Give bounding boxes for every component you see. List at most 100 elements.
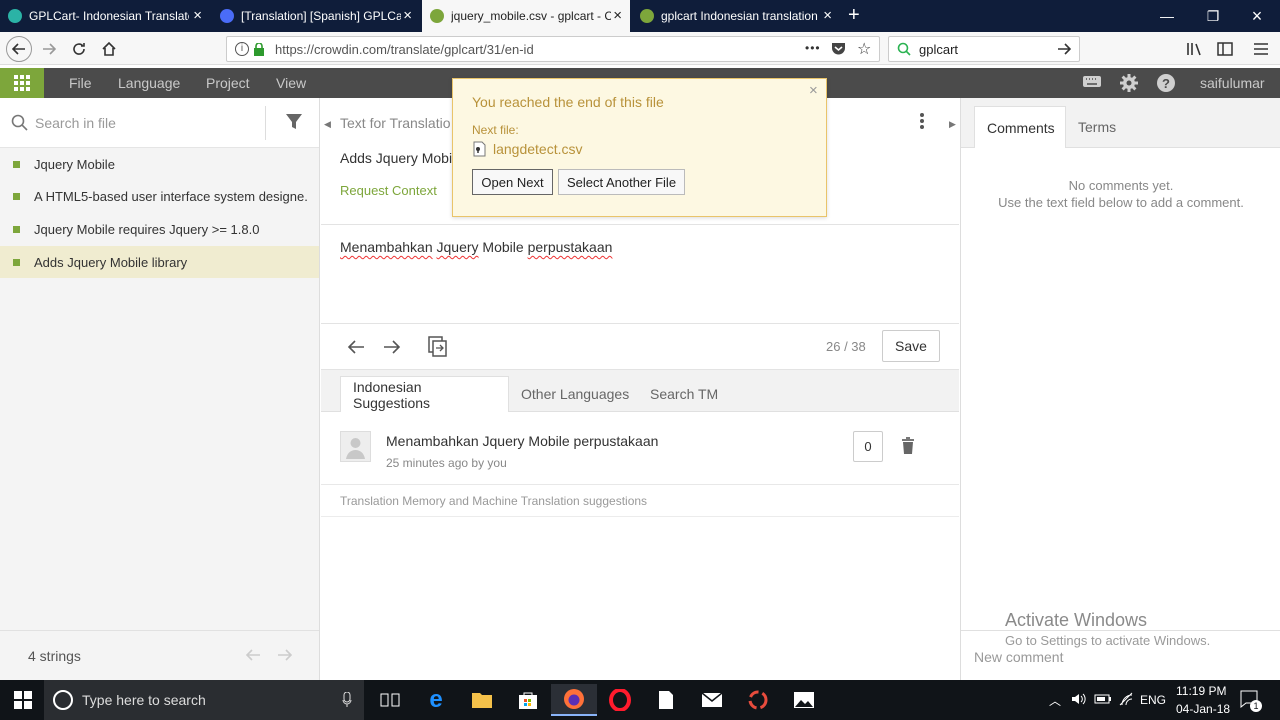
menu-view[interactable]: View	[276, 75, 306, 91]
filter-icon[interactable]	[285, 113, 303, 134]
translation-text: Menambahkan Jquery Mobile perpustakaan	[340, 239, 612, 255]
translated-status-icon	[13, 192, 20, 200]
username[interactable]: saifulumar	[1200, 75, 1265, 91]
next-file-label: Next file:	[472, 123, 519, 137]
app-icon[interactable]	[735, 684, 781, 716]
translated-status-icon	[13, 258, 20, 266]
string-text: Jquery Mobile requires Jquery >= 1.8.0	[34, 221, 260, 237]
battery-icon[interactable]	[1094, 692, 1112, 709]
forward-icon[interactable]	[36, 36, 62, 62]
prev-page-icon[interactable]	[245, 648, 261, 665]
previous-string-icon[interactable]	[347, 339, 365, 358]
vote-count[interactable]: 0	[853, 431, 883, 462]
reload-icon[interactable]	[66, 36, 92, 62]
browser-tabstrip: GPLCart- Indonesian Translated × [Transl…	[0, 0, 1280, 32]
library-icon[interactable]	[1182, 36, 1208, 62]
tab-indonesian-suggestions[interactable]: Indonesian Suggestions	[340, 376, 509, 412]
bookmark-star-icon[interactable]: ☆	[857, 39, 871, 59]
opera-icon[interactable]	[597, 684, 643, 716]
notification-badge: 1	[1250, 700, 1262, 712]
clock-date[interactable]: 04-Jan-18	[1176, 702, 1230, 716]
comments-pane: Comments Terms No comments yet. Use the …	[960, 98, 1280, 680]
back-icon[interactable]	[6, 36, 32, 62]
windows-start-icon[interactable]	[0, 684, 46, 716]
save-button[interactable]: Save	[882, 330, 940, 362]
search-in-file[interactable]: Search in file	[0, 98, 319, 148]
photos-icon[interactable]	[781, 684, 827, 716]
delete-trash-icon[interactable]	[901, 437, 915, 458]
browser-tab[interactable]: gplcart Indonesian translation a ×	[632, 0, 840, 32]
info-icon[interactable]: i	[235, 42, 249, 56]
close-tab-icon[interactable]: ×	[403, 8, 412, 23]
string-list-item[interactable]: Jquery Mobile requires Jquery >= 1.8.0	[0, 213, 319, 245]
close-tab-icon[interactable]: ×	[823, 8, 832, 23]
search-go-icon[interactable]	[1057, 42, 1072, 59]
help-icon[interactable]: ?	[1156, 73, 1178, 93]
gplcart-favicon-icon	[8, 9, 22, 23]
keyboard-icon[interactable]	[1082, 73, 1104, 93]
menu-language[interactable]: Language	[118, 75, 180, 91]
wifi-icon[interactable]	[1118, 691, 1134, 710]
microphone-icon[interactable]	[342, 691, 352, 711]
task-view-icon[interactable]	[367, 684, 413, 716]
taskbar-search-box[interactable]: Type here to search	[44, 680, 364, 720]
suggestion-item[interactable]: Menambahkan Jquery Mobile perpustakaan 2…	[321, 412, 959, 485]
tab-search-tm[interactable]: Search TM	[638, 376, 730, 412]
input-language[interactable]: ENG	[1140, 693, 1166, 707]
store-icon[interactable]	[505, 684, 551, 716]
minimize-icon[interactable]: —	[1144, 0, 1190, 32]
next-page-icon[interactable]	[277, 648, 293, 665]
settings-gear-icon[interactable]	[1119, 73, 1141, 93]
more-options-icon[interactable]	[919, 112, 925, 133]
tab-other-languages[interactable]: Other Languages	[509, 376, 641, 412]
close-tab-icon[interactable]: ×	[193, 8, 202, 23]
edge-browser-icon[interactable]: e	[413, 684, 459, 716]
url-bar[interactable]: i https://crowdin.com/translate/gplcart/…	[226, 36, 880, 62]
clock-time[interactable]: 11:19 PM	[1176, 684, 1226, 698]
browser-tab[interactable]: GPLCart- Indonesian Translated ×	[0, 0, 210, 32]
menu-project[interactable]: Project	[206, 75, 250, 91]
tab-comments[interactable]: Comments	[974, 106, 1066, 148]
new-comment-input[interactable]: Go to Settings to activate Windows. New …	[961, 630, 1280, 680]
tab-terms[interactable]: Terms	[1066, 106, 1128, 148]
end-of-file-popup: You reached the end of this file × Next …	[452, 78, 827, 217]
sidebar-toggle-icon[interactable]	[1212, 36, 1238, 62]
translation-textarea[interactable]: Menambahkan Jquery Mobile perpustakaan	[321, 224, 959, 324]
search-bar[interactable]: gplcart	[888, 36, 1080, 62]
string-text: A HTML5-based user interface system desi…	[34, 188, 309, 204]
avatar	[340, 431, 371, 462]
activate-windows-subtitle: Go to Settings to activate Windows.	[1005, 633, 1211, 648]
suggestion-text: Menambahkan Jquery Mobile perpustakaan	[386, 433, 659, 449]
page-actions-icon[interactable]: •••	[805, 41, 821, 55]
next-string-icon[interactable]	[383, 339, 401, 358]
restore-icon[interactable]: ❐	[1190, 0, 1236, 32]
mail-icon[interactable]	[689, 684, 735, 716]
hamburger-menu-icon[interactable]	[1248, 36, 1274, 62]
collapse-right-icon[interactable]: ▶	[949, 119, 956, 130]
close-popup-icon[interactable]: ×	[809, 82, 818, 99]
pocket-icon[interactable]	[831, 41, 846, 59]
menu-file[interactable]: File	[69, 75, 92, 91]
browser-tab[interactable]: [Translation] [Spanish] GPLCart ×	[212, 0, 420, 32]
right-tabs: Comments Terms	[961, 98, 1280, 148]
string-list-item[interactable]: Jquery Mobile	[0, 148, 319, 180]
collapse-left-icon[interactable]: ◀	[324, 119, 331, 130]
request-context-link[interactable]: Request Context	[340, 183, 437, 198]
browser-tab-active[interactable]: jquery_mobile.csv - gplcart - Cr ×	[422, 0, 630, 32]
close-window-icon[interactable]: ×	[1234, 0, 1280, 32]
volume-icon[interactable]	[1071, 691, 1087, 710]
home-icon[interactable]	[96, 36, 122, 62]
next-file-link[interactable]: langdetect.csv	[493, 141, 583, 157]
string-list-item[interactable]: A HTML5-based user interface system desi…	[0, 180, 319, 212]
show-hidden-icons[interactable]: ︿	[1049, 692, 1061, 709]
string-list-item-selected[interactable]: Adds Jquery Mobile library	[0, 246, 319, 278]
select-another-file-button[interactable]: Select Another File	[558, 169, 685, 195]
new-tab-button[interactable]: +	[848, 5, 860, 25]
notepad-icon[interactable]	[643, 684, 689, 716]
apps-grid-icon[interactable]	[0, 68, 44, 98]
file-explorer-icon[interactable]	[459, 684, 505, 716]
close-tab-icon[interactable]: ×	[613, 8, 622, 23]
copy-source-icon[interactable]	[428, 336, 448, 361]
firefox-icon[interactable]	[551, 684, 597, 716]
open-next-button[interactable]: Open Next	[472, 169, 553, 195]
